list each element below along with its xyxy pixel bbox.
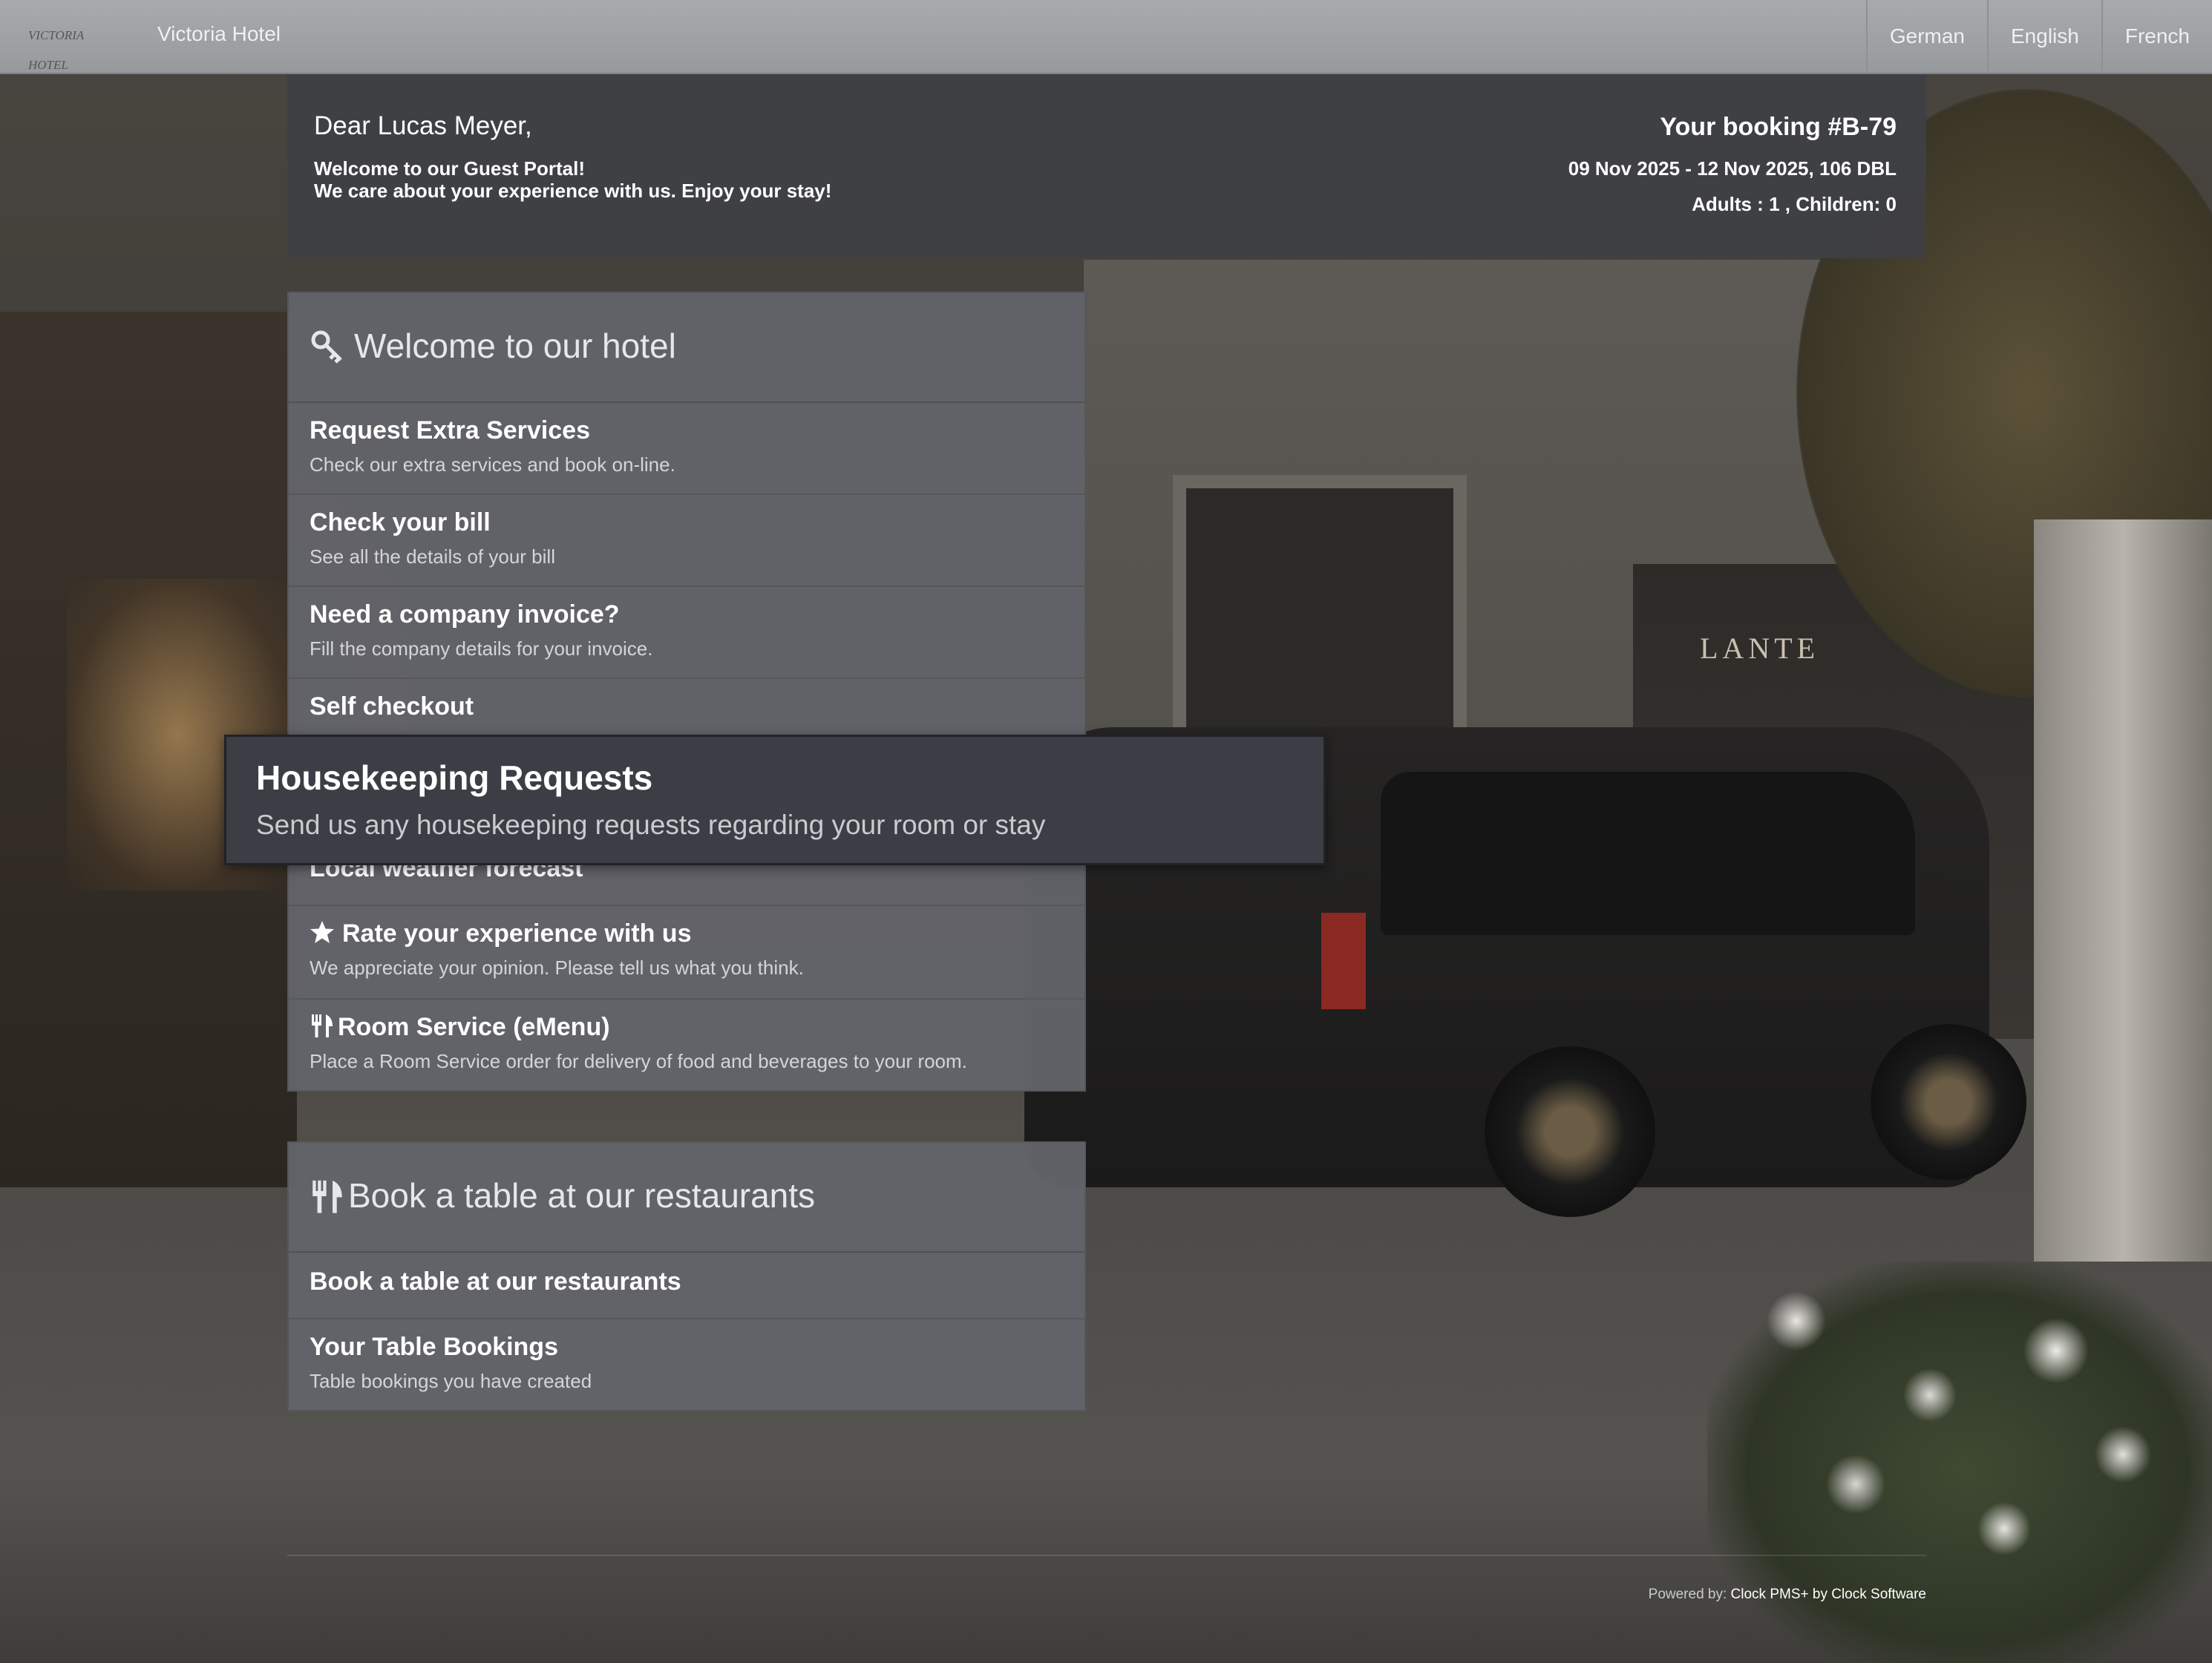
top-navbar: VICTORIA HOTEL Victoria Hotel German Eng… [0,0,2212,74]
menu-item-check-bill[interactable]: Check your bill See all the details of y… [289,495,1084,587]
language-switcher: German English French [1865,0,2212,73]
menu-item-rate-experience[interactable]: Rate your experience with us We apprecia… [289,906,1084,1000]
stone-pillar [2034,519,2212,1262]
booking-guests: Adults : 1 , Children: 0 [1692,193,1897,215]
item-title: Rate your experience with us [342,919,692,948]
panel-header: Welcome to our hotel [289,293,1084,403]
hotel-name-link[interactable]: Victoria Hotel [157,22,281,46]
restaurant-panel: Book a table at our restaurants Book a t… [287,1141,1086,1411]
item-title: Request Extra Services [310,416,590,445]
footer-divider [287,1555,1926,1556]
panel-title: Welcome to our hotel [354,327,676,365]
menu-item-company-invoice[interactable]: Need a company invoice? Fill the company… [289,587,1084,679]
booking-number: Your booking #B-79 [1660,113,1897,141]
panel-header: Book a table at our restaurants [289,1143,1084,1253]
lang-french[interactable]: French [2101,0,2212,73]
menu-item-table-bookings[interactable]: Your Table Bookings Table bookings you h… [289,1319,1084,1410]
booking-header: Dear Lucas Meyer, Welcome to our Guest P… [287,73,1926,258]
utensils-icon [313,1180,342,1213]
item-description: Table bookings you have created [310,1370,592,1392]
key-icon [311,330,342,364]
panel-title: Book a table at our restaurants [348,1176,816,1215]
menu-item-extra-services[interactable]: Request Extra Services Check our extra s… [289,403,1084,495]
item-title: Your Table Bookings [310,1333,558,1361]
powered-by-link[interactable]: Clock PMS+ by Clock Software [1731,1587,1926,1602]
footer: Powered by: Clock PMS+ by Clock Software [1649,1587,1926,1603]
building-door [1173,475,1467,769]
item-title: Self checkout [310,692,474,721]
item-description: We appreciate your opinion. Please tell … [310,957,804,979]
welcome-message: Welcome to our Guest Portal! [314,157,586,180]
item-title: Room Service (eMenu) [338,1013,610,1041]
utensils-icon [312,1014,333,1037]
powered-by-label: Powered by: [1648,1587,1727,1602]
van-window [1381,772,1915,935]
item-description: See all the details of your bill [310,545,555,568]
menu-item-room-service[interactable]: Room Service (eMenu) Place a Room Servic… [289,1000,1084,1090]
van-wheel [1485,1046,1655,1217]
item-title: Book a table at our restaurants [310,1267,681,1296]
tooltip-title: Housekeeping Requests [256,758,653,797]
guest-greeting: Dear Lucas Meyer, [314,111,532,140]
shop-sign: LANTE [1700,632,1820,665]
item-description: Check our extra services and book on-lin… [310,453,675,476]
star-icon [310,921,334,943]
welcome-submessage: We care about your experience with us. E… [314,180,832,202]
booking-dates-room: 09 Nov 2025 - 12 Nov 2025, 106 DBL [1568,157,1897,180]
van-taillight [1321,913,1366,1009]
tooltip-description: Send us any housekeeping requests regard… [256,810,1046,840]
menu-item-book-table[interactable]: Book a table at our restaurants [289,1253,1084,1319]
item-title: Check your bill [310,508,491,537]
hotel-logo[interactable]: VICTORIA HOTEL [28,21,110,72]
van-wheel [1871,1024,2026,1180]
item-description: Place a Room Service order for delivery … [310,1050,967,1072]
lang-german[interactable]: German [1865,0,1987,73]
hotel-services-panel: Welcome to our hotel Request Extra Servi… [287,292,1086,1092]
housekeeping-tooltip[interactable]: Housekeeping Requests Send us any housek… [224,735,1326,865]
item-description: Fill the company details for your invoic… [310,637,653,660]
lang-english[interactable]: English [1987,0,2101,73]
item-title: Need a company invoice? [310,600,620,629]
